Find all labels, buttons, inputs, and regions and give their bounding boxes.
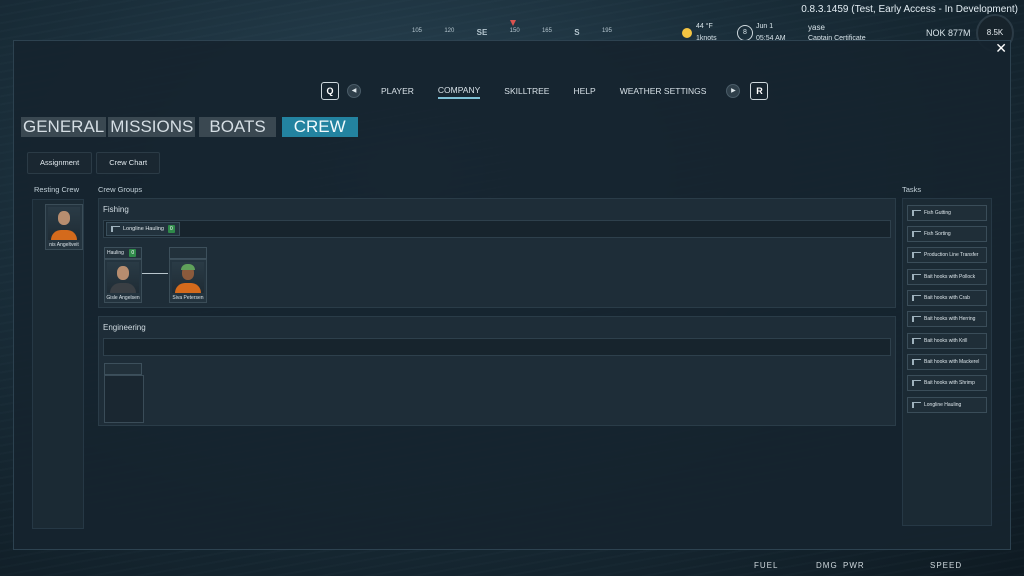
tab-crew[interactable]: CREW [281, 117, 358, 137]
task-count-badge: 0 [167, 225, 175, 233]
money-balance: NOK 877M [926, 28, 971, 38]
task-chip[interactable]: Longline Hauling 0 [106, 222, 180, 236]
task-icon [912, 209, 921, 216]
crew-portrait [107, 262, 139, 293]
crew-group-engineering: Engineering [98, 316, 896, 426]
crew-group-fishing: Fishing Longline Hauling 0 Hauling 0 Gis… [98, 198, 896, 308]
task-list: Fish Gutting Fish Sorting Production Lin… [902, 198, 992, 526]
task-icon [912, 379, 921, 386]
compass-tick: 150 [509, 28, 520, 34]
tasks-label: Tasks [902, 185, 922, 194]
task-icon [912, 337, 921, 344]
crew-name: Gisle Angelsen [106, 295, 140, 301]
task-icon [111, 226, 120, 232]
speed-gauge-icon: 8 [737, 25, 753, 41]
crew-card-leader[interactable]: Gisle Angelsen [104, 259, 142, 303]
crew-portrait [48, 207, 80, 240]
task-item[interactable]: Bait hooks with Krill [907, 333, 987, 349]
speed-label: SPEED [930, 561, 963, 570]
nav-skilltree[interactable]: SKILLTREE [504, 84, 549, 98]
crew-groups-label: Crew Groups [98, 185, 143, 194]
chevron-right-icon[interactable]: ▶ [726, 84, 741, 98]
task-icon [912, 273, 921, 280]
slot-header-empty[interactable] [169, 247, 207, 259]
compass-tick: 165 [541, 28, 552, 34]
resting-crew-list: nis Angeltveit [32, 199, 84, 529]
task-item[interactable]: Fish Sorting [907, 226, 987, 242]
version-label: 0.8.3.1459 (Test, Early Access - In Deve… [801, 4, 1018, 15]
power-label: PWR [843, 561, 865, 570]
task-icon [912, 230, 921, 237]
next-key-hint[interactable]: R [750, 82, 769, 100]
crew-name: nis Angeltveit [49, 242, 79, 248]
slot-task-label[interactable]: Hauling 0 [104, 247, 142, 259]
group-task-bar[interactable] [103, 338, 891, 356]
nav-player[interactable]: PLAYER [381, 84, 414, 98]
compass-tick: 120 [444, 28, 455, 34]
task-item[interactable]: Fish Gutting [907, 205, 987, 221]
task-item[interactable]: Bait hooks with Mackerel [907, 354, 987, 370]
group-task-bar[interactable]: Longline Hauling 0 [103, 220, 891, 238]
heading-marker-icon [510, 20, 516, 26]
crew-card-member[interactable]: Siva Petersen [169, 259, 207, 303]
sun-icon [682, 28, 692, 38]
compass-tick: SE [476, 28, 488, 37]
group-title: Fishing [103, 205, 129, 214]
task-item[interactable]: Bait hooks with Herring [907, 311, 987, 327]
compass-strip: 105 120 SE 150 165 S 195 [412, 28, 612, 37]
crew-connector [142, 273, 168, 274]
task-icon [912, 294, 921, 301]
username: yase [808, 23, 825, 32]
task-icon [912, 251, 921, 258]
crew-subtabs: Assignment Crew Chart [27, 152, 164, 174]
prev-key-hint[interactable]: Q [321, 82, 339, 100]
crew-card[interactable]: nis Angeltveit [45, 204, 83, 250]
tab-missions[interactable]: MISSIONS [108, 117, 196, 137]
damage-label: DMG [816, 561, 838, 570]
empty-crew-slot[interactable] [104, 375, 144, 423]
fuel-label: FUEL [754, 561, 779, 570]
crew-portrait [172, 262, 204, 293]
chevron-left-icon[interactable]: ◀ [347, 84, 361, 98]
task-icon [912, 315, 921, 322]
nav-weather-settings[interactable]: WEATHER SETTINGS [620, 84, 707, 98]
compass-tick: S [574, 28, 580, 37]
temperature: 44 °F [696, 23, 713, 30]
task-item[interactable]: Bait hooks with Shrimp [907, 375, 987, 391]
compass-tick: 195 [601, 28, 612, 34]
task-item[interactable]: Production Line Transfer [907, 247, 987, 263]
task-icon [912, 401, 921, 408]
compass-tick: 105 [412, 28, 423, 34]
task-item[interactable]: Bait hooks with Pollock [907, 269, 987, 285]
crew-name: Siva Petersen [172, 295, 204, 301]
subtab-crew-chart[interactable]: Crew Chart [96, 152, 161, 174]
subtab-assignment[interactable]: Assignment [27, 152, 93, 174]
tab-boats[interactable]: BOATS [199, 117, 276, 137]
game-date: Jun 1 [756, 23, 774, 30]
top-navigation: Q ◀ PLAYER COMPANY SKILLTREE HELP WEATHE… [321, 81, 769, 101]
task-item[interactable]: Bait hooks with Crab [907, 290, 987, 306]
tab-general[interactable]: GENERAL [21, 117, 107, 137]
close-icon[interactable]: ✕ [995, 40, 1007, 57]
company-panel: ✕ Q ◀ PLAYER COMPANY SKILLTREE HELP WEAT… [13, 40, 1011, 550]
slot-header-empty[interactable] [104, 363, 142, 375]
task-icon [912, 358, 921, 365]
task-item[interactable]: Longline Hauling [907, 397, 987, 413]
resting-crew-label: Resting Crew [34, 185, 80, 194]
group-title: Engineering [103, 323, 146, 332]
nav-company[interactable]: COMPANY [437, 83, 481, 99]
company-tabs: GENERAL MISSIONS BOATS CREW [21, 117, 360, 137]
slot-task-badge: 0 [129, 249, 137, 257]
nav-help[interactable]: HELP [573, 84, 595, 98]
